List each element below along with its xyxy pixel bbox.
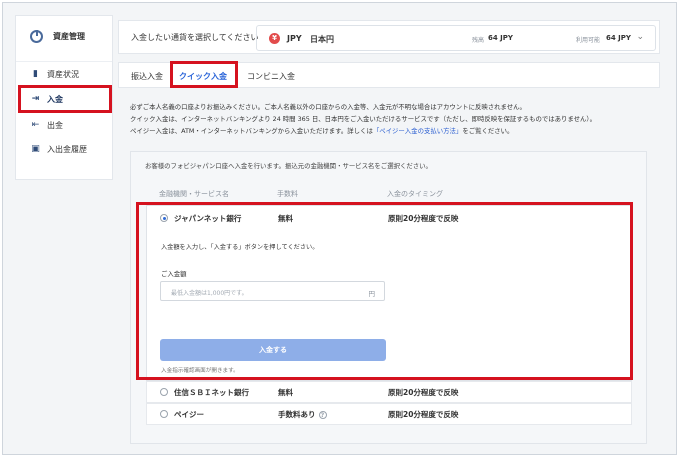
currency-name: 日本円 bbox=[310, 35, 334, 44]
deposit-info: 必ずご本人名義の口座よりお振込みください。ご本人名義以外の口座からの入金等、入金… bbox=[130, 101, 596, 137]
bank-name: 住信ＳＢＩネット銀行 bbox=[174, 388, 249, 397]
panel-note: お客様のフォビジャパン口座へ入金を行います。振込元の金融機関・サービス名をご選択… bbox=[145, 162, 432, 170]
help-icon[interactable]: ? bbox=[318, 411, 327, 419]
column-header-fee: 手数料 bbox=[277, 190, 298, 198]
bank-option-row[interactable]: 住信ＳＢＩネット銀行 無料 原則20分程度で反映 bbox=[146, 381, 632, 403]
bank-radio-sbi[interactable] bbox=[160, 388, 168, 396]
column-header-timing: 入金のタイミング bbox=[387, 190, 443, 198]
available-value: 64 JPY bbox=[606, 34, 631, 42]
currency-select[interactable]: ¥ JPY 日本円 残高 64 JPY 利用可能 64 JPY ⌄ bbox=[256, 25, 656, 51]
currency-prompt: 入金したい通貨を選択してください bbox=[131, 33, 259, 42]
quick-deposit-tab-highlight-box bbox=[170, 61, 238, 88]
bar-chart-icon: ▮ bbox=[33, 69, 38, 79]
info-line: クイック入金は、インターネットバンキングより 24 時間 365 日、日本円をご… bbox=[130, 115, 597, 123]
payeasy-help-link[interactable]: 「ペイジー入金の支払い方法」 bbox=[373, 127, 462, 135]
tab-bank-transfer[interactable]: 振込入金 bbox=[131, 71, 163, 82]
history-icon: ▣ bbox=[31, 144, 40, 154]
sidebar-item-withdraw[interactable]: ⇤ 出金 bbox=[31, 120, 63, 131]
bank-timing: 原則20分程度で反映 bbox=[388, 410, 459, 419]
info-line: 必ずご本人名義の口座よりお振込みください。ご本人名義以外の口座からの入金等、入金… bbox=[130, 103, 526, 111]
deposit-nav-highlight-box bbox=[18, 85, 112, 113]
sidebar-brand: 資産管理 bbox=[30, 30, 85, 43]
currency-code: JPY bbox=[287, 34, 302, 43]
sidebar-item-asset-status[interactable]: ▮ 資産状況 bbox=[31, 69, 79, 80]
available-label: 利用可能 bbox=[576, 37, 601, 44]
selected-bank-highlight-box bbox=[136, 202, 633, 380]
bank-timing: 原則20分程度で反映 bbox=[388, 388, 459, 397]
info-text: をご覧ください。 bbox=[462, 127, 514, 135]
chevron-down-icon: ⌄ bbox=[636, 32, 644, 42]
bank-option-row[interactable]: ペイジー 手数料あり? 原則20分程度で反映 bbox=[146, 403, 632, 425]
sidebar-divider bbox=[16, 61, 112, 62]
bank-fee: 無料 bbox=[278, 388, 293, 397]
withdraw-arrow-icon: ⇤ bbox=[31, 120, 40, 130]
fee-text: 手数料あり bbox=[278, 410, 316, 419]
sidebar-item-history[interactable]: ▣ 入出金履歴 bbox=[31, 144, 87, 155]
balance-label: 残高 bbox=[472, 37, 485, 44]
bank-name: ペイジー bbox=[174, 410, 204, 419]
bank-radio-payeasy[interactable] bbox=[160, 410, 168, 418]
sidebar-item-label: 資産状況 bbox=[47, 70, 79, 79]
sidebar-title: 資産管理 bbox=[53, 32, 85, 41]
sidebar-item-label: 出金 bbox=[47, 121, 63, 130]
info-text: ペイジー入金は、ATM・インターネットバンキングから入金いただけます。詳しくは bbox=[130, 127, 373, 135]
pie-chart-icon bbox=[30, 30, 43, 43]
sidebar-item-label: 入出金履歴 bbox=[47, 145, 87, 154]
tab-convenience-store[interactable]: コンビニ入金 bbox=[247, 71, 295, 82]
yen-icon: ¥ bbox=[269, 33, 280, 44]
balance-value: 64 JPY bbox=[488, 34, 513, 42]
column-header-institution: 金融機関・サービス名 bbox=[159, 190, 229, 198]
info-line: ペイジー入金は、ATM・インターネットバンキングから入金いただけます。詳しくは「… bbox=[130, 125, 596, 137]
currency-bar: 入金したい通貨を選択してください ¥ JPY 日本円 残高 64 JPY 利用可… bbox=[118, 20, 660, 54]
bank-fee: 手数料あり? bbox=[278, 409, 327, 420]
